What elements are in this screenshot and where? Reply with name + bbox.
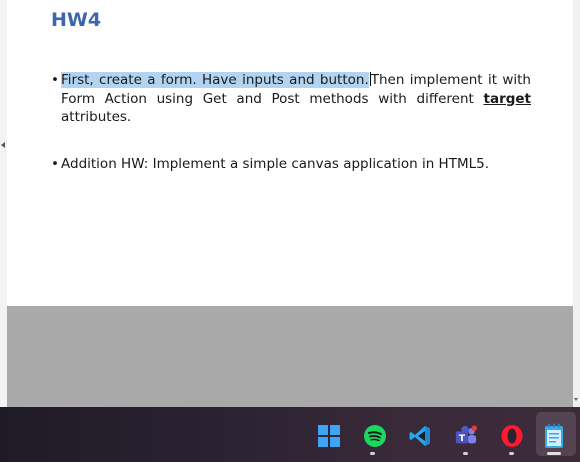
- selected-text[interactable]: First, create a form. Have inputs and bu…: [61, 72, 369, 88]
- teams-icon[interactable]: T: [454, 424, 478, 448]
- slide-canvas[interactable]: HW4 • First, create a form. Have inputs …: [7, 0, 573, 306]
- slide-title[interactable]: HW4: [51, 9, 101, 31]
- bullet-item-2[interactable]: • Addition HW: Implement a simple canvas…: [51, 155, 531, 174]
- scroll-down-arrow-icon[interactable]: [574, 398, 578, 401]
- running-indicator: [370, 452, 375, 455]
- running-indicator-active: [547, 452, 561, 455]
- windows-start-icon[interactable]: [317, 424, 341, 448]
- left-panel-strip[interactable]: [0, 0, 7, 407]
- slide-area-background: [7, 306, 573, 407]
- bullet-text-2[interactable]: Addition HW: Implement a simple canvas a…: [61, 155, 531, 174]
- vscode-icon[interactable]: [408, 424, 432, 448]
- running-indicator: [509, 452, 514, 455]
- slide-viewer: HW4 • First, create a form. Have inputs …: [0, 0, 580, 407]
- taskbar: T: [0, 407, 580, 462]
- opera-icon[interactable]: [500, 424, 524, 448]
- bullet-text-1[interactable]: First, create a form. Have inputs and bu…: [61, 71, 531, 127]
- collapse-arrow-icon[interactable]: [1, 142, 5, 148]
- svg-text:T: T: [459, 433, 466, 444]
- running-indicator: [463, 452, 468, 455]
- bullet-icon: •: [51, 156, 59, 172]
- active-app-highlight: [536, 412, 576, 456]
- vertical-scrollbar[interactable]: [573, 0, 580, 407]
- spotify-icon[interactable]: [363, 424, 387, 448]
- bullet-icon: •: [51, 72, 59, 88]
- bullet-text-segment-end: attributes.: [61, 109, 132, 125]
- bullet-item-1[interactable]: • First, create a form. Have inputs and …: [51, 71, 531, 127]
- bold-target-word: target: [483, 90, 532, 107]
